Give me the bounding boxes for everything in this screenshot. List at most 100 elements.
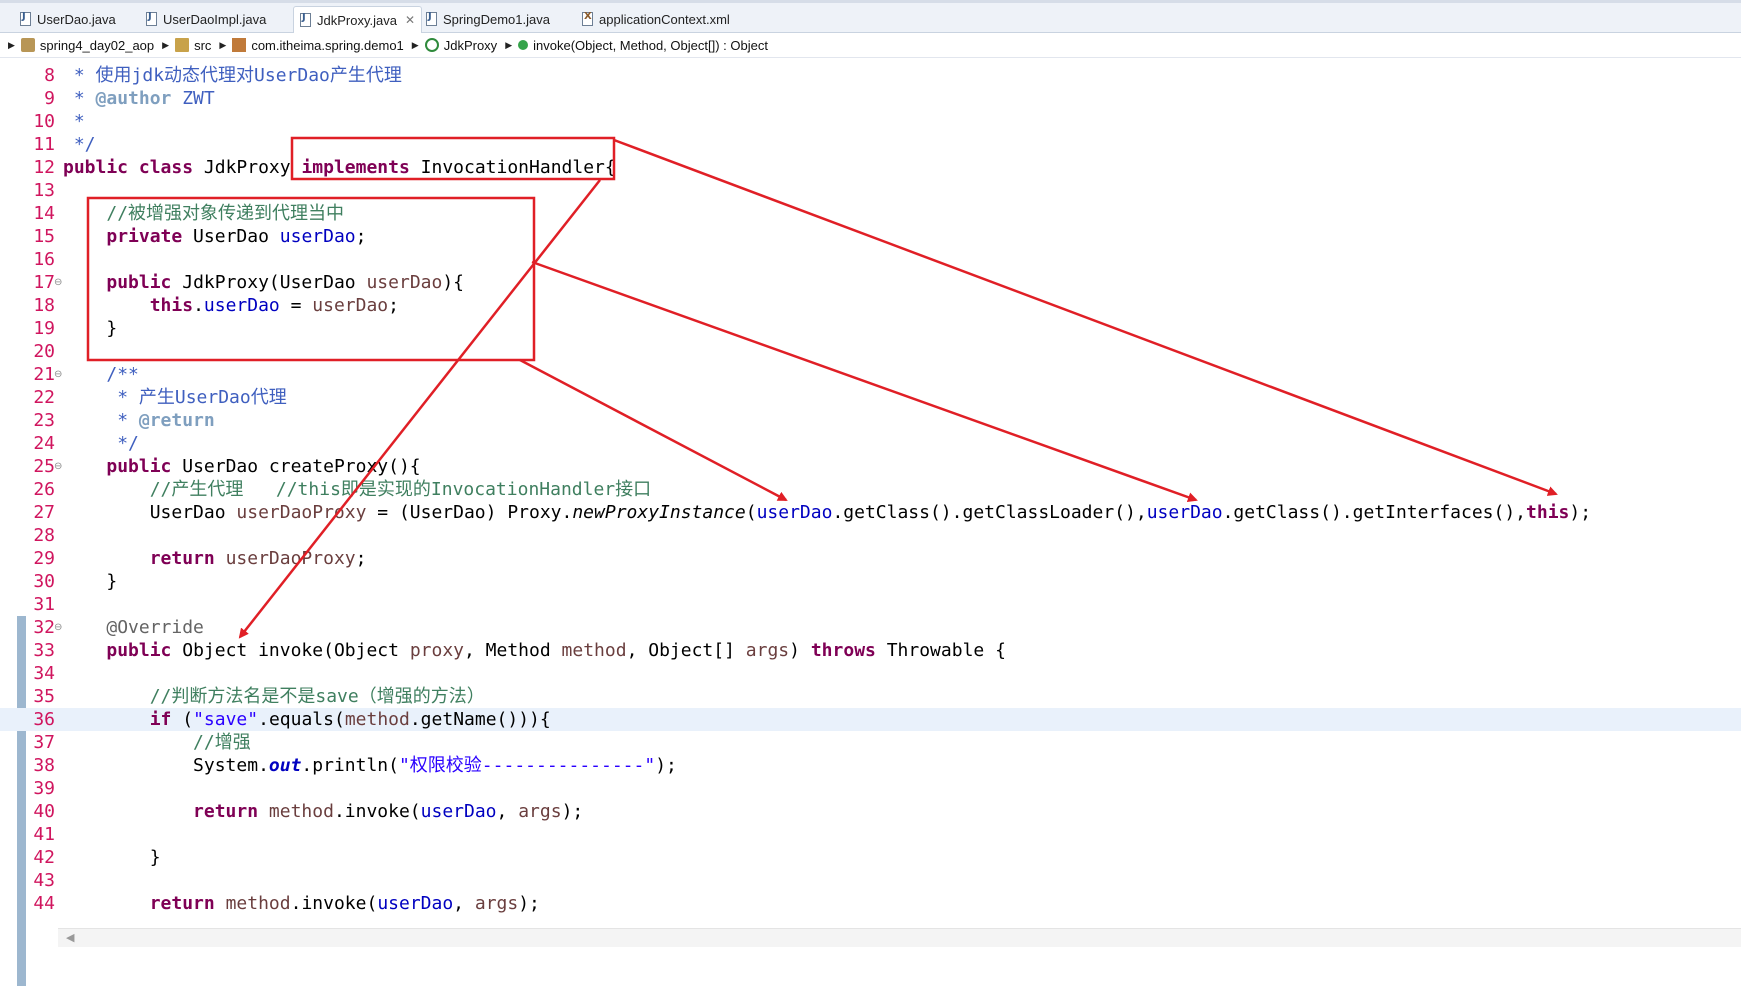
code-line[interactable]: 35 //判断方法名是不是save（增强的方法） <box>0 685 1741 708</box>
code-token: .getClass().getClassLoader(), <box>832 502 1147 523</box>
code-token: ); <box>655 755 677 776</box>
code-line[interactable]: 13 <box>0 179 1741 202</box>
code-line[interactable]: 18 this.userDao = userDao; <box>0 294 1741 317</box>
line-number: 17 <box>33 272 55 293</box>
fold-toggle-icon[interactable]: ⊖ <box>54 363 62 386</box>
code-line[interactable]: 30 } <box>0 570 1741 593</box>
code-line[interactable]: 32 ⊖ @Override <box>0 616 1741 639</box>
line-number: 21 <box>33 364 55 385</box>
code-token: } <box>63 847 161 868</box>
code-line[interactable]: 17 ⊖ public JdkProxy(UserDao userDao){ <box>0 271 1741 294</box>
line-number: 25 <box>33 456 55 477</box>
line-number: 38 <box>33 755 55 776</box>
code-text: public class JdkProxy implements Invocat… <box>63 156 616 179</box>
code-token: //增强 <box>193 732 251 753</box>
code-line[interactable]: 22 * 产生UserDao代理 <box>0 386 1741 409</box>
chevron-right-icon: ▶ <box>219 39 227 50</box>
breadcrumb-src[interactable]: ▶ src <box>154 38 211 53</box>
code-line[interactable]: 42 } <box>0 846 1741 869</box>
tab-label: UserDao.java <box>37 11 116 27</box>
code-line[interactable]: 39 <box>0 777 1741 800</box>
line-number: 10 <box>33 111 55 132</box>
code-token: ; <box>388 295 399 316</box>
code-line[interactable]: 11 */ <box>0 133 1741 156</box>
code-token: * 产生 <box>117 387 175 408</box>
code-line[interactable]: 9 * @author ZWT <box>0 87 1741 110</box>
code-token: userDao <box>279 226 356 247</box>
code-token: public <box>106 272 172 293</box>
code-token: * <box>63 111 85 132</box>
code-token: public <box>106 640 172 661</box>
code-editor[interactable]: 8 * 使用jdk动态代理对UserDao产生代理 9 * @author ZWT… <box>0 58 1741 986</box>
code-line[interactable]: 16 <box>0 248 1741 271</box>
code-token: ; <box>355 548 367 569</box>
code-text: * @return <box>63 409 215 432</box>
line-number: 12 <box>33 157 55 178</box>
code-line[interactable]: 27 UserDao userDaoProxy = (UserDao) Prox… <box>0 501 1741 524</box>
code-line[interactable]: 12 public class JdkProxy implements Invoc… <box>0 156 1741 179</box>
fold-toggle-icon[interactable]: ⊖ <box>54 616 62 639</box>
code-line[interactable]: 44 return method.invoke(userDao, args); <box>0 892 1741 915</box>
code-line[interactable]: 37 //增强 <box>0 731 1741 754</box>
code-line[interactable]: 34 <box>0 662 1741 685</box>
code-line[interactable]: 15 private UserDao userDao; <box>0 225 1741 248</box>
code-text: //被增强对象传递到代理当中 <box>63 202 344 225</box>
line-number: 15 <box>33 226 55 247</box>
code-text: * 使用jdk动态代理对UserDao产生代理 <box>63 64 402 87</box>
code-line[interactable]: 19 } <box>0 317 1741 340</box>
code-token: @author <box>95 88 172 109</box>
code-token: , Method <box>464 640 562 661</box>
breadcrumb-project[interactable]: ▶ spring4_day02_aop <box>0 38 154 53</box>
fold-toggle-icon[interactable]: ⊖ <box>54 271 62 294</box>
code-line[interactable]: 8 * 使用jdk动态代理对UserDao产生代理 <box>0 64 1741 87</box>
tab-userdaoimpl-java[interactable]: UserDaoImpl.java <box>140 6 266 32</box>
code-line[interactable]: 29 return userDaoProxy; <box>0 547 1741 570</box>
line-number: 13 <box>33 180 55 201</box>
breadcrumb: ▶ spring4_day02_aop ▶ src ▶ com.itheima.… <box>0 33 1741 58</box>
xml-file-icon <box>582 11 593 26</box>
code-line[interactable]: 43 <box>0 869 1741 892</box>
code-line[interactable]: 10 * <box>0 110 1741 133</box>
code-line[interactable]: 36 if ("save".equals(method.getName())){ <box>0 708 1741 731</box>
code-line[interactable]: 33 public Object invoke(Object proxy, Me… <box>0 639 1741 662</box>
chevron-right-icon: ▶ <box>505 39 513 50</box>
code-token: this <box>1526 502 1570 523</box>
code-token: ( <box>745 502 757 523</box>
code-line[interactable]: 28 <box>0 524 1741 547</box>
code-line[interactable]: 20 <box>0 340 1741 363</box>
breadcrumb-method[interactable]: ▶ invoke(Object, Method, Object[]) : Obj… <box>497 38 768 53</box>
line-number: 43 <box>33 870 55 891</box>
code-line[interactable]: 14 //被增强对象传递到代理当中 <box>0 202 1741 225</box>
code-line[interactable]: 40 return method.invoke(userDao, args); <box>0 800 1741 823</box>
code-line[interactable]: 38 System.out.println("权限校验-------------… <box>0 754 1741 777</box>
breadcrumb-class[interactable]: ▶ JdkProxy <box>404 38 497 53</box>
code-line[interactable]: 31 <box>0 593 1741 616</box>
breadcrumb-package[interactable]: ▶ com.itheima.spring.demo1 <box>211 38 403 53</box>
code-line[interactable]: 24 */ <box>0 432 1741 455</box>
code-line[interactable]: 26 //产生代理 //this即是实现的InvocationHandler接口 <box>0 478 1741 501</box>
code-token: //产生代理 //this即是实现的InvocationHandler接口 <box>149 479 652 500</box>
code-line[interactable]: 23 * @return <box>0 409 1741 432</box>
code-line[interactable]: 21 ⊖ /** <box>0 363 1741 386</box>
code-token: userDao <box>203 295 280 316</box>
scroll-left-icon[interactable]: ◀ <box>66 931 74 944</box>
tab-applicationcontext-xml[interactable]: applicationContext.xml <box>576 6 730 32</box>
code-token: userDao <box>756 502 833 523</box>
tab-springdemo1-java[interactable]: SpringDemo1.java <box>420 6 550 32</box>
horizontal-scrollbar[interactable]: ◀ <box>58 928 1741 947</box>
method-icon <box>518 40 529 50</box>
tab-userdao-java[interactable]: UserDao.java <box>14 6 116 32</box>
code-text: public UserDao createProxy(){ <box>63 455 420 478</box>
breadcrumb-label: src <box>194 37 212 53</box>
chevron-right-icon: ▶ <box>8 39 15 50</box>
tab-jdkproxy-java[interactable]: JdkProxy.java ✕ <box>293 6 423 33</box>
close-tab-icon[interactable]: ✕ <box>405 13 415 27</box>
code-text: System.out.println("权限校验---------------"… <box>63 754 677 777</box>
code-line[interactable]: 41 <box>0 823 1741 846</box>
code-line[interactable]: 25 ⊖ public UserDao createProxy(){ <box>0 455 1741 478</box>
fold-toggle-icon[interactable]: ⊖ <box>54 455 62 478</box>
code-text: */ <box>63 432 139 455</box>
